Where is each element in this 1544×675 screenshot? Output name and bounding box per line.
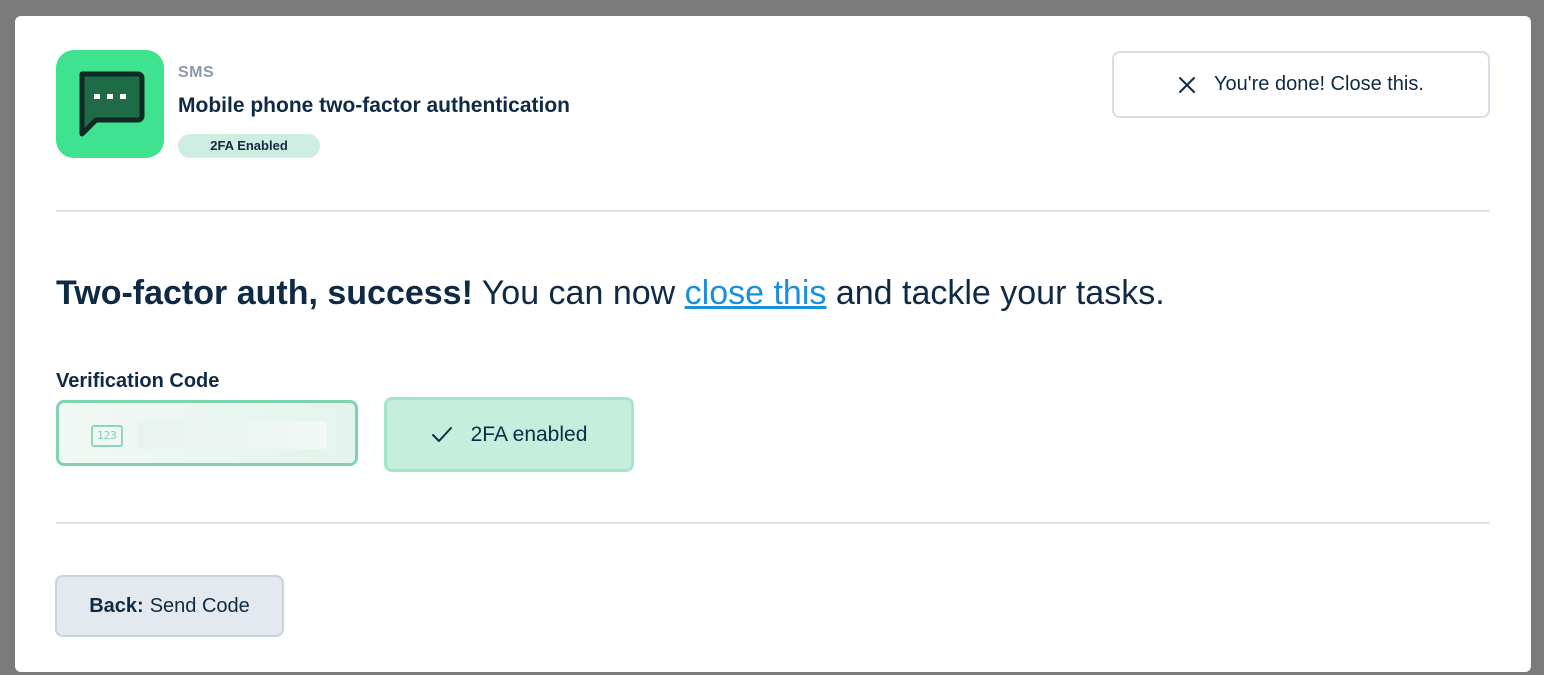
footer-divider <box>56 522 1490 524</box>
status-badge: 2FA Enabled <box>178 134 320 158</box>
method-eyebrow: SMS <box>178 64 215 81</box>
modal-header: SMS Mobile phone two-factor authenticati… <box>56 50 1490 160</box>
method-title: Mobile phone two-factor authentication <box>178 94 570 117</box>
close-button[interactable]: You're done! Close this. <box>1112 51 1490 118</box>
message-dots-icon <box>56 50 164 158</box>
back-prefix: Back: <box>89 594 144 617</box>
close-this-link[interactable]: close this <box>685 274 827 312</box>
number-pad-icon: 123 <box>91 425 123 447</box>
close-icon <box>1178 76 1196 94</box>
headline-text-pre: You can now <box>472 274 685 312</box>
2fa-enabled-label: 2FA enabled <box>470 422 588 446</box>
headline-text-post: and tackle your tasks. <box>826 274 1165 312</box>
code-value <box>137 421 327 449</box>
2fa-enabled-button[interactable]: 2FA enabled <box>384 397 634 472</box>
check-icon <box>431 426 453 444</box>
success-headline: Two-factor auth, success! You can now cl… <box>56 274 1165 313</box>
back-send-code-button[interactable]: Back: Send Code <box>55 575 284 637</box>
verification-code-input[interactable]: 123 <box>56 400 358 466</box>
back-label: Send Code <box>149 594 250 617</box>
header-divider <box>56 210 1490 212</box>
verification-code-label: Verification Code <box>56 370 220 392</box>
headline-bold: Two-factor auth, success! <box>56 274 473 312</box>
close-button-label: You're done! Close this. <box>1214 73 1424 95</box>
two-factor-modal: SMS Mobile phone two-factor authenticati… <box>15 16 1531 672</box>
